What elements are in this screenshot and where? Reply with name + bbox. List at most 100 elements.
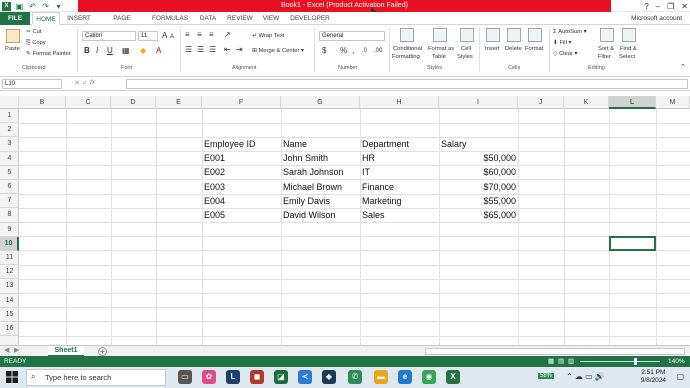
sort-filter-button[interactable]: Sort & (598, 46, 614, 52)
column-header[interactable]: H (360, 96, 439, 109)
align-left-icon[interactable]: ☰ (185, 45, 192, 55)
windows-start-icon[interactable] (6, 371, 18, 383)
bold-button[interactable]: B (84, 46, 90, 56)
cell-employee-id[interactable]: E003 (204, 180, 225, 194)
decrease-indent-icon[interactable]: ⇤ (224, 45, 231, 55)
collapse-ribbon-icon[interactable]: ⌃ (680, 63, 686, 73)
vscode-icon[interactable]: ≺ (298, 370, 312, 384)
row-header[interactable]: 14 (0, 294, 19, 308)
header-name[interactable]: Name (283, 137, 307, 151)
tab-review[interactable]: REVIEW (226, 12, 254, 25)
sheet-nav-prev-icon[interactable]: ◀ (4, 346, 9, 354)
column-header[interactable]: K (564, 96, 609, 109)
page-layout-view-icon[interactable]: ▤ (558, 356, 564, 367)
column-header[interactable]: B (19, 96, 66, 109)
fill-button[interactable]: ⬇ Fill ▾ (553, 40, 571, 46)
system-tray-icons[interactable]: ⌃ ☁ ▭ 🔊 (566, 372, 605, 381)
fill-color-icon[interactable]: ◆ (140, 46, 146, 56)
cell-employee-id[interactable]: E001 (204, 151, 225, 165)
conditional-formatting-icon[interactable] (400, 28, 414, 42)
cell-name[interactable]: David Wilson (283, 208, 336, 222)
name-box[interactable]: L10 (2, 79, 62, 89)
zoom-slider[interactable] (580, 361, 660, 362)
row-header[interactable]: 12 (0, 265, 19, 280)
increase-decimal-icon[interactable]: .0 (362, 46, 367, 56)
sheet-nav-next-icon[interactable]: ▶ (14, 346, 19, 354)
edge-browser-icon[interactable]: e (398, 370, 412, 384)
font-shrink-icon[interactable]: A (170, 32, 174, 42)
tab-home[interactable]: HOME (32, 12, 60, 25)
tab-insert[interactable]: INSERT (64, 12, 94, 25)
cell-department[interactable]: IT (362, 165, 370, 179)
column-header[interactable]: E (156, 96, 202, 109)
help-button[interactable]: ? (644, 2, 648, 11)
formula-input[interactable] (126, 79, 688, 89)
battery-indicator[interactable]: 58% (538, 373, 555, 379)
row-header[interactable]: 9 (0, 223, 19, 237)
cell-employee-id[interactable]: E004 (204, 194, 225, 208)
task-view-icon[interactable]: ▭ (178, 370, 192, 384)
cell-name[interactable]: Michael Brown (283, 180, 342, 194)
header-salary[interactable]: Salary (441, 137, 467, 151)
chrome-browser-icon[interactable]: ◉ (422, 370, 436, 384)
enter-icon[interactable]: ✓ (82, 79, 88, 87)
cell-department[interactable]: Marketing (362, 194, 402, 208)
format-as-table-button[interactable]: Format as (428, 46, 454, 52)
cell-styles-icon[interactable] (460, 28, 474, 42)
excel-taskbar-icon[interactable]: X (446, 370, 460, 384)
save-icon[interactable]: ▣ (15, 2, 24, 11)
tab-view[interactable]: VIEW (260, 12, 282, 25)
taskbar-clock[interactable]: 2:51 PM 9/8/2024 (641, 369, 666, 385)
currency-button[interactable]: $ (322, 46, 326, 56)
find-select-button[interactable]: Find & (620, 46, 637, 52)
cell-employee-id[interactable]: E005 (204, 208, 225, 222)
row-header[interactable]: 8 (0, 208, 19, 223)
header-department[interactable]: Department (362, 137, 409, 151)
column-header[interactable]: I (439, 96, 518, 109)
font-grow-icon[interactable]: A (162, 31, 167, 41)
align-center-icon[interactable]: ☰ (197, 45, 204, 55)
align-right-icon[interactable]: ☰ (209, 45, 216, 55)
close-button[interactable]: ✕ (681, 2, 688, 11)
app-green-icon[interactable]: ◪ (274, 370, 288, 384)
page-break-view-icon[interactable]: ▥ (568, 356, 574, 367)
clear-button[interactable]: ◇ Clear ▾ (553, 51, 577, 57)
app-dark-icon[interactable]: ◆ (322, 370, 336, 384)
normal-view-icon[interactable]: ▦ (548, 356, 554, 367)
comma-button[interactable]: , (352, 46, 354, 56)
cell-department[interactable]: Sales (362, 208, 385, 222)
cell-salary[interactable]: $55,000 (439, 194, 516, 208)
tab-file[interactable]: FILE (0, 12, 30, 25)
row-header[interactable]: 4 (0, 152, 19, 166)
cell-department[interactable]: Finance (362, 180, 394, 194)
row-header[interactable]: 13 (0, 279, 19, 294)
cell-department[interactable]: HR (362, 151, 375, 165)
horizontal-scrollbar[interactable] (425, 348, 685, 355)
number-format-select[interactable]: General (319, 31, 385, 41)
delete-cells-button[interactable]: Delete (505, 46, 522, 52)
app-l-icon[interactable]: L (226, 370, 240, 384)
row-header[interactable]: 6 (0, 180, 19, 195)
italic-button[interactable]: I (96, 46, 98, 56)
active-cell-selection[interactable] (609, 236, 656, 251)
tab-formulas[interactable]: FORMULAS (150, 12, 190, 25)
insert-function-button[interactable]: fx (90, 79, 95, 86)
format-as-table-icon[interactable] (433, 28, 447, 42)
cell-styles-button[interactable]: Cell (461, 46, 471, 52)
cell-salary[interactable]: $60,000 (439, 165, 516, 179)
taskbar-search-input[interactable]: Type here to search (26, 369, 166, 386)
tab-page-layout[interactable]: PAGE LAYOUT (100, 12, 144, 35)
customize-qat-icon[interactable]: ▾ (54, 2, 63, 11)
app-red-icon[interactable]: ◼ (250, 370, 264, 384)
file-explorer-icon[interactable]: ▬ (374, 370, 388, 384)
paste-button[interactable]: Paste (5, 46, 20, 52)
insert-cells-button[interactable]: Insert (485, 46, 500, 52)
undo-icon[interactable]: ↶ (28, 2, 37, 11)
align-top-icon[interactable]: ≡ (185, 30, 190, 40)
column-header[interactable]: M (656, 96, 690, 109)
copy-button[interactable]: ⎘ Copy (26, 40, 46, 47)
format-cells-icon[interactable] (528, 28, 542, 42)
cell-name[interactable]: Sarah Johnson (283, 165, 344, 179)
wrap-text-button[interactable]: ↵ Wrap Text (252, 33, 284, 39)
row-header[interactable]: 15 (0, 308, 19, 322)
